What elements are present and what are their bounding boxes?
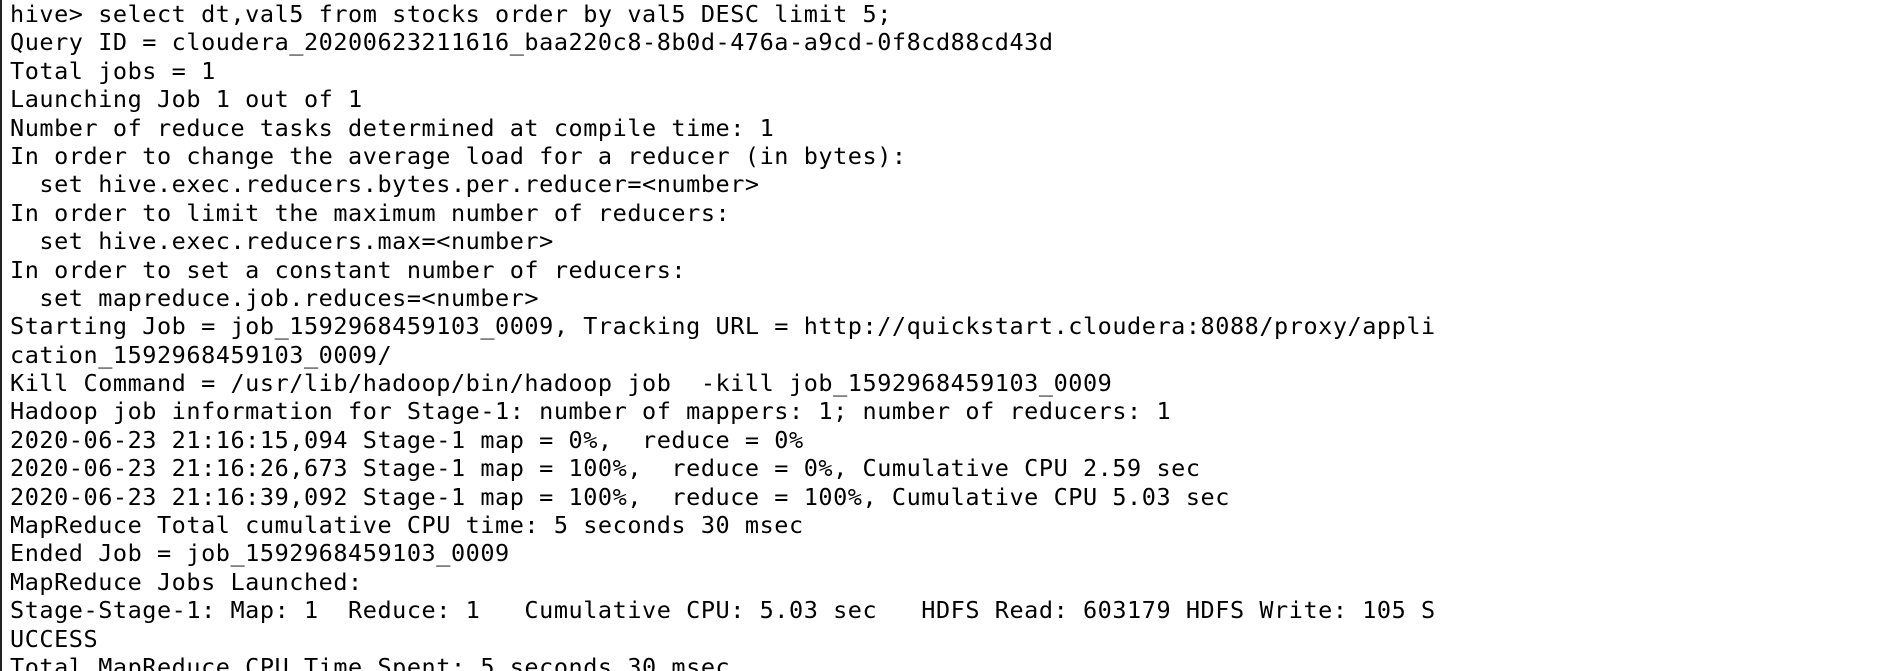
terminal-output-line: In order to limit the maximum number of … — [10, 198, 731, 227]
terminal-output-line: set hive.exec.reducers.bytes.per.reducer… — [10, 170, 760, 199]
terminal-output-line: Stage-Stage-1: Map: 1 Reduce: 1 Cumulati… — [10, 596, 1436, 625]
terminal-output-line: In order to change the average load for … — [10, 141, 907, 170]
terminal-output-line: set mapreduce.job.reduces=<number> — [10, 283, 540, 312]
terminal-output-line: MapReduce Total cumulative CPU time: 5 s… — [10, 511, 804, 540]
terminal-prompt-line: hive> select dt,val5 from stocks order b… — [10, 0, 892, 28]
terminal-output-line: Total MapReduce CPU Time Spent: 5 second… — [10, 652, 731, 671]
terminal-output-line: Launching Job 1 out of 1 — [10, 85, 363, 114]
terminal-output-line: MapReduce Jobs Launched: — [10, 567, 363, 596]
terminal-output-line: Query ID = cloudera_20200623211616_baa22… — [10, 28, 1054, 57]
terminal-output-line: Hadoop job information for Stage-1: numb… — [10, 397, 1172, 426]
terminal-output-line: Number of reduce tasks determined at com… — [10, 113, 775, 142]
terminal-output-line: Kill Command = /usr/lib/hadoop/bin/hadoo… — [10, 369, 1113, 398]
terminal-output-line: 2020-06-23 21:16:15,094 Stage-1 map = 0%… — [10, 425, 804, 454]
terminal-window[interactable]: hive> select dt,val5 from stocks order b… — [0, 0, 1879, 671]
terminal-output-line: Total jobs = 1 — [10, 56, 216, 85]
terminal-output: hive> select dt,val5 from stocks order b… — [10, 0, 1436, 671]
terminal-output-line: 2020-06-23 21:16:39,092 Stage-1 map = 10… — [10, 482, 1230, 511]
terminal-output-line: Starting Job = job_1592968459103_0009, T… — [10, 312, 1436, 341]
terminal-output-line: In order to set a constant number of red… — [10, 255, 687, 284]
terminal-output-line: UCCESS — [10, 624, 99, 653]
terminal-output-line: Ended Job = job_1592968459103_0009 — [10, 539, 510, 568]
terminal-output-line: 2020-06-23 21:16:26,673 Stage-1 map = 10… — [10, 454, 1201, 483]
terminal-output-line: set hive.exec.reducers.max=<number> — [10, 227, 554, 256]
terminal-output-line: cation_1592968459103_0009/ — [10, 340, 393, 369]
